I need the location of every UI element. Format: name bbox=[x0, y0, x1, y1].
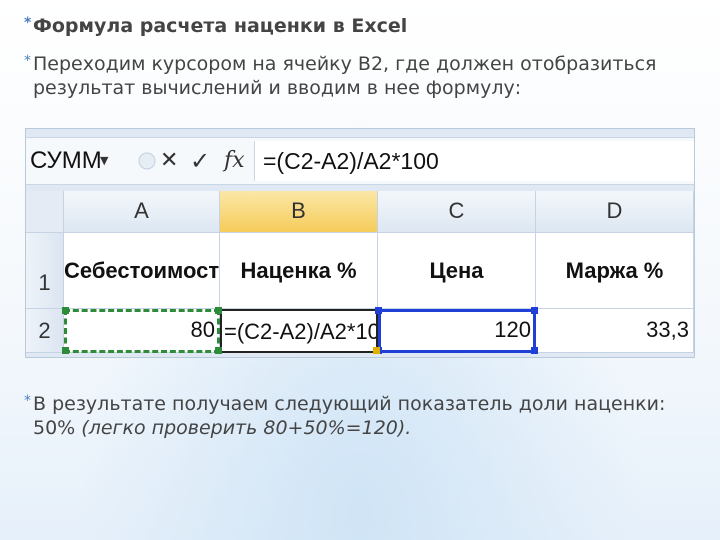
bullet-star-icon: * bbox=[24, 53, 31, 69]
cell-a2[interactable]: 80 bbox=[64, 309, 220, 353]
row-header-1[interactable]: 1 bbox=[26, 233, 64, 309]
result-bullet: * В результате получаем следующий показа… bbox=[24, 392, 693, 440]
cell-b2-editing[interactable]: =(C2-A2)/A2*100 bbox=[220, 309, 378, 353]
cell-b1[interactable]: Наценка % bbox=[220, 233, 378, 309]
dropdown-arrow-icon[interactable]: ▼ bbox=[100, 154, 108, 167]
cancel-icon[interactable]: ✕ bbox=[160, 144, 178, 178]
cell-d2[interactable]: 33,3 bbox=[536, 309, 694, 353]
formula-input[interactable]: =(C2-A2)/A2*100 bbox=[254, 141, 694, 181]
column-header-d[interactable]: D bbox=[536, 191, 694, 233]
cell-a1[interactable]: Себестоимость bbox=[64, 233, 220, 309]
range-handle[interactable] bbox=[215, 347, 222, 354]
range-handle[interactable] bbox=[62, 307, 69, 314]
excel-screenshot: СУММ ▼ ✕ ✓ fx =(C2-A2)/A2*100 A B C D 1 … bbox=[25, 128, 695, 358]
range-handle[interactable] bbox=[215, 307, 222, 314]
cell-d1[interactable]: Маржа % bbox=[536, 233, 694, 309]
cell-c1[interactable]: Цена bbox=[378, 233, 536, 309]
slide-title-bullet: * Формула расчета наценки в Excel bbox=[24, 14, 408, 38]
fill-handle[interactable] bbox=[373, 347, 380, 354]
instruction-bullet: * Переходим курсором на ячейку B2, где д… bbox=[24, 52, 693, 100]
column-header-c[interactable]: C bbox=[378, 191, 536, 233]
range-handle[interactable] bbox=[531, 347, 538, 354]
row-header-2[interactable]: 2 bbox=[26, 309, 64, 353]
formula-text: =(C2-A2)/A2*100 bbox=[263, 148, 439, 174]
range-handle[interactable] bbox=[375, 307, 382, 314]
slide-title: Формула расчета наценки в Excel bbox=[33, 15, 408, 37]
column-header-a[interactable]: A bbox=[64, 191, 220, 233]
select-all-corner[interactable] bbox=[26, 191, 64, 233]
range-handle[interactable] bbox=[531, 307, 538, 314]
formula-bar: СУММ ▼ ✕ ✓ fx =(C2-A2)/A2*100 bbox=[26, 137, 694, 185]
range-handle[interactable] bbox=[62, 347, 69, 354]
name-box[interactable]: СУММ bbox=[26, 142, 126, 180]
bullet-star-icon: * bbox=[24, 15, 32, 31]
enter-check-icon[interactable]: ✓ bbox=[190, 144, 210, 178]
instruction-text: Переходим курсором на ячейку B2, где дол… bbox=[33, 53, 657, 99]
bullet-star-icon: * bbox=[24, 393, 31, 409]
fx-icon[interactable]: fx bbox=[224, 144, 245, 178]
cell-c2[interactable]: 120 bbox=[378, 309, 536, 353]
result-check-text: (легко проверить 80+50%=120). bbox=[81, 417, 412, 439]
column-header-b[interactable]: B bbox=[220, 191, 378, 233]
